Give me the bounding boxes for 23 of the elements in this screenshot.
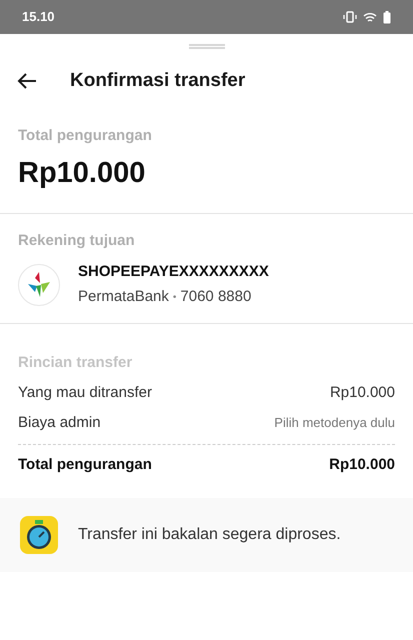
row-label: Total pengurangan [18,455,152,476]
section-label: Total pengurangan [18,126,153,146]
row-value: Rp10.000 [330,382,395,403]
total-amount: Rp10.000 [18,156,146,190]
row-value: Rp10.000 [329,455,395,476]
page-title: Konfirmasi transfer [70,68,246,93]
section-label: Rekening tujuan [18,231,136,251]
wifi-icon [363,12,377,22]
row-label: Biaya admin [18,412,101,433]
drag-handle[interactable] [188,44,224,49]
row-label: Yang mau ditransfer [18,382,152,403]
row-value: Pilih metodenya dulu [274,414,395,432]
vibrate-icon [343,11,357,23]
account-number: 7060 8880 [180,287,252,307]
status-time: 15.10 [22,8,55,26]
section-label: Rincian transfer [18,352,134,372]
bank-logo-icon [18,264,60,306]
separator: • [172,290,176,305]
account-name: SHOPEEPAYEXXXXXXXXX [78,262,269,282]
notice-text: Transfer ini bakalan segera diproses. [78,525,341,545]
battery-icon [383,10,391,24]
bank-name: PermataBank [78,287,169,307]
stopwatch-icon [20,516,58,554]
